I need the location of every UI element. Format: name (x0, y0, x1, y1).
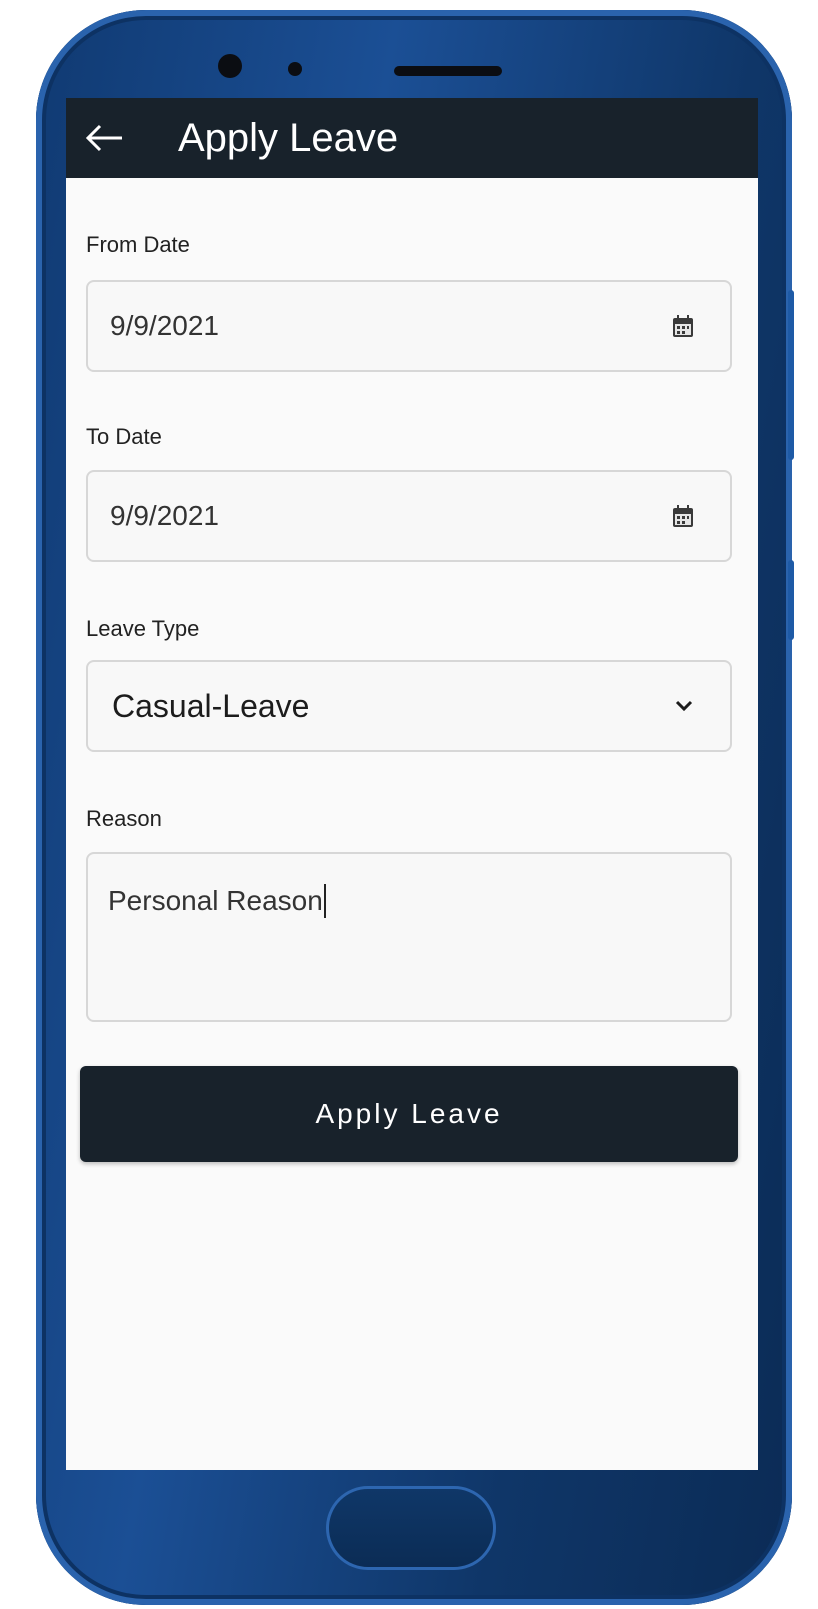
volume-button[interactable] (788, 290, 794, 460)
from-date-field[interactable]: 9/9/2021 (86, 280, 732, 372)
leave-type-label: Leave Type (86, 616, 200, 641)
earpiece-speaker (394, 66, 502, 76)
to-date-label: To Date (86, 424, 162, 449)
front-camera (218, 54, 242, 78)
calendar-icon[interactable] (672, 504, 694, 528)
sensor (288, 62, 302, 76)
calendar-icon[interactable] (672, 314, 694, 338)
arrow-left-icon[interactable] (82, 116, 126, 160)
text-caret (323, 884, 326, 918)
leave-type-select[interactable]: Casual-Leave (86, 660, 732, 752)
home-button[interactable] (326, 1486, 496, 1570)
reason-textarea[interactable]: Personal Reason (86, 852, 732, 1022)
reason-label: Reason (86, 806, 162, 831)
leave-type-value: Casual-Leave (112, 688, 310, 724)
app-screen: Apply Leave From Date 9/9/2021 To Date 9… (66, 98, 758, 1470)
from-date-label: From Date (86, 232, 190, 257)
to-date-field[interactable]: 9/9/2021 (86, 470, 732, 562)
from-date-value: 9/9/2021 (110, 310, 219, 341)
reason-value: Personal Reason (108, 884, 326, 918)
app-bar: Apply Leave (66, 98, 758, 178)
page-title: Apply Leave (178, 116, 399, 160)
power-button[interactable] (788, 560, 794, 640)
apply-leave-button[interactable]: Apply Leave (80, 1066, 738, 1162)
reason-text: Personal Reason (108, 885, 323, 916)
to-date-value: 9/9/2021 (110, 500, 219, 531)
chevron-down-icon[interactable] (674, 698, 694, 714)
